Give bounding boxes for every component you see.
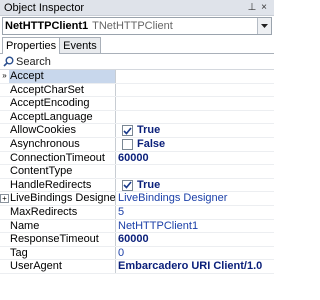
property-name: Tag: [9, 246, 116, 260]
checkmark-icon: [123, 127, 132, 135]
component-name: NetHTTPClient1: [5, 20, 89, 32]
property-value[interactable]: [116, 111, 274, 124]
property-value-text: True: [137, 178, 161, 191]
dropdown-button[interactable]: [257, 18, 271, 34]
property-row[interactable]: ConnectionTimeout 60000: [0, 151, 274, 166]
object-inspector-panel: Object Inspector ⊥ × NetHTTPClient1 TNet…: [0, 0, 274, 300]
inspector-tabs: Properties Events: [0, 36, 274, 54]
close-icon[interactable]: ×: [258, 2, 270, 13]
property-value-text: True: [137, 124, 161, 137]
property-value[interactable]: 60000: [116, 152, 274, 165]
row-marker: [0, 165, 9, 178]
checkbox[interactable]: [122, 138, 133, 150]
expand-toggle[interactable]: +: [0, 192, 9, 205]
property-row[interactable]: UserAgent Embarcadero URI Client/1.0: [0, 260, 274, 274]
property-row[interactable]: Tag 0: [0, 246, 274, 261]
component-type: TNetHTTPClient: [92, 20, 173, 32]
tab-properties[interactable]: Properties: [2, 37, 61, 54]
property-value[interactable]: [116, 97, 274, 110]
property-row[interactable]: Name NetHTTPClient1: [0, 219, 274, 234]
property-value[interactable]: 60000: [116, 233, 274, 246]
property-name: MaxRedirects: [9, 205, 116, 219]
property-value[interactable]: 0: [116, 247, 274, 260]
row-marker: [0, 138, 9, 151]
property-value-text: 60000: [118, 233, 149, 246]
property-value[interactable]: [116, 70, 274, 83]
property-value[interactable]: 5: [116, 206, 274, 219]
row-marker: [0, 152, 9, 165]
checkmark-icon: [123, 181, 132, 189]
property-value-text: False: [137, 137, 166, 150]
property-value[interactable]: [116, 84, 274, 97]
property-name: AllowCookies: [9, 124, 116, 137]
property-value[interactable]: LiveBindings Designer: [116, 192, 274, 205]
property-name: AcceptLanguage: [9, 110, 116, 124]
search-bar: [0, 54, 274, 70]
property-value-text: LiveBindings Designer: [118, 192, 228, 205]
property-name: Accept: [9, 70, 116, 83]
property-value[interactable]: True: [116, 179, 274, 192]
tab-events[interactable]: Events: [59, 37, 101, 53]
property-value-text: 60000: [118, 151, 149, 164]
checkbox[interactable]: [122, 179, 133, 191]
row-marker: [0, 179, 9, 192]
chevron-down-icon: [261, 24, 268, 28]
property-value[interactable]: [116, 165, 274, 178]
row-marker: »: [2, 71, 7, 80]
property-value[interactable]: NetHTTPClient1: [116, 220, 274, 233]
property-name: LiveBindings Designer: [10, 192, 116, 205]
property-row[interactable]: ResponseTimeout 60000: [0, 233, 274, 247]
checkbox[interactable]: [122, 125, 133, 137]
row-marker: [0, 247, 9, 260]
property-name: HandleRedirects: [9, 178, 116, 192]
pin-icon[interactable]: ⊥: [246, 2, 258, 13]
property-row[interactable]: HandleRedirects True: [0, 178, 274, 193]
property-row[interactable]: + LiveBindings Designer LiveBindings Desig…: [0, 192, 274, 206]
window-title: Object Inspector: [4, 1, 85, 14]
row-marker: [0, 233, 9, 246]
property-row[interactable]: ContentType: [0, 165, 274, 179]
property-row[interactable]: Asynchronous False: [0, 137, 274, 152]
component-selector[interactable]: NetHTTPClient1 TNetHTTPClient: [2, 17, 272, 35]
property-value-text: NetHTTPClient1: [118, 219, 199, 232]
property-value[interactable]: False: [116, 138, 274, 151]
property-name: Name: [9, 219, 116, 233]
row-marker: [0, 97, 9, 110]
search-icon: [2, 56, 14, 68]
property-name: ResponseTimeout: [9, 233, 116, 246]
property-value-text: 0: [118, 246, 125, 259]
property-name: Asynchronous: [9, 137, 116, 151]
property-row[interactable]: AllowCookies True: [0, 124, 274, 138]
row-marker: [0, 111, 9, 124]
title-bar: Object Inspector ⊥ ×: [0, 0, 274, 16]
property-row[interactable]: AcceptEncoding: [0, 97, 274, 111]
property-row[interactable]: MaxRedirects 5: [0, 205, 274, 220]
search-input[interactable]: [14, 55, 214, 68]
property-name: ConnectionTimeout: [9, 151, 116, 165]
row-marker: [0, 124, 9, 137]
property-row[interactable]: AcceptCharSet: [0, 83, 274, 98]
property-name: ContentType: [9, 165, 116, 178]
property-value[interactable]: True: [116, 124, 274, 137]
property-row[interactable]: » Accept: [0, 70, 274, 84]
property-value-text: 5: [118, 205, 125, 218]
property-grid: » Accept AcceptCharSet AcceptEncoding Accept…: [0, 70, 274, 274]
property-row[interactable]: AcceptLanguage: [0, 110, 274, 125]
property-name: AcceptEncoding: [9, 97, 116, 110]
row-marker: [0, 206, 9, 219]
expand-plus-icon[interactable]: +: [0, 194, 9, 204]
property-name: UserAgent: [9, 260, 116, 273]
property-value[interactable]: Embarcadero URI Client/1.0: [116, 260, 274, 273]
row-marker: [0, 260, 9, 273]
property-value-text: Embarcadero URI Client/1.0: [118, 260, 263, 273]
row-marker: [0, 84, 9, 97]
row-marker: [0, 220, 9, 233]
property-name: AcceptCharSet: [9, 83, 116, 97]
